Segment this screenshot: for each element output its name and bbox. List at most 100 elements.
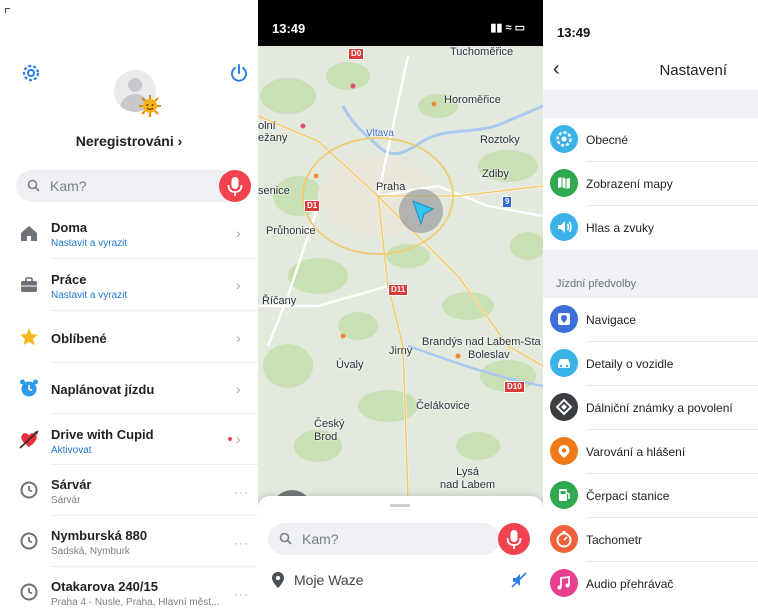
map-label: Čelákovice: [416, 400, 470, 412]
map-view[interactable]: D0 D1 D11 D10 9 Tuchoměřice Horoměřice V…: [258, 46, 543, 498]
voice-mic-button[interactable]: [498, 523, 530, 555]
map-screen: 13:49 ▮▮ ≈ ▭ D0 D1 D11 D10 9 Tuchoměřice…: [258, 0, 543, 612]
map-label: Brandýs nad Labem-Sta: [422, 336, 541, 348]
settings-item-vehicle-details[interactable]: Detaily o vozidle: [543, 342, 758, 386]
voice-mic-button[interactable]: [219, 170, 251, 202]
more-options-icon[interactable]: ···: [234, 536, 249, 550]
bottom-sheet[interactable]: Kam? Moje Waze: [258, 496, 543, 612]
map-label: Horoměřice: [444, 94, 501, 106]
my-waze-link[interactable]: Moje Waze: [294, 572, 364, 588]
heart-arrow-icon: [19, 430, 39, 449]
chevron-right-icon: ›: [236, 277, 241, 293]
map-label: Průhonice: [266, 225, 316, 237]
list-item-favorites[interactable]: Oblíbené ›: [0, 312, 258, 363]
more-options-icon[interactable]: ···: [234, 587, 249, 601]
microphone-icon: [506, 530, 522, 549]
page-title: Nastavení: [659, 62, 727, 79]
chevron-right-icon: ›: [236, 225, 241, 241]
fuel-icon: [550, 481, 578, 509]
back-chevron-icon[interactable]: ‹: [553, 58, 560, 81]
status-indicators: ▮▮ ≈ ▭: [490, 22, 525, 34]
road-badge-d0: D0: [348, 48, 365, 60]
item-title: Sárvár: [51, 477, 92, 492]
settings-item-label: Varování a hlášení: [586, 445, 686, 459]
settings-item-navigation[interactable]: Navigace: [543, 298, 758, 342]
alarm-clock-icon: [20, 379, 38, 397]
chevron-right-icon: ›: [236, 431, 241, 447]
search-bar[interactable]: Kam?: [16, 170, 250, 202]
gear-icon: [550, 125, 578, 153]
settings-item-label: Navigace: [586, 313, 637, 327]
power-icon[interactable]: [228, 62, 250, 84]
settings-item-gas-stations[interactable]: Čerpací stanice: [543, 474, 758, 518]
item-title: Otakarova 240/15: [51, 579, 158, 594]
item-title: Oblíbené: [51, 331, 107, 346]
item-subtitle: Sadská, Nymburk: [51, 546, 130, 557]
settings-item-map-display[interactable]: Zobrazení mapy: [543, 162, 758, 206]
list-item-home[interactable]: Doma Nastavit a vyrazit ›: [0, 208, 258, 259]
item-subtitle: Sárvár: [51, 495, 81, 506]
map-label: Roztoky: [480, 134, 520, 146]
settings-panel: 13:49 ‹ Nastavení Obecné Zobrazení mapy …: [543, 0, 758, 612]
username-link[interactable]: Neregistrováni ›: [0, 133, 258, 149]
settings-item-alerts[interactable]: Varování a hlášení: [543, 430, 758, 474]
settings-item-voice-sounds[interactable]: Hlas a zvuky: [543, 206, 758, 250]
map-label: Jirny: [389, 345, 413, 357]
map-label: Český Brod: [314, 418, 345, 443]
item-title: Práce: [51, 272, 87, 287]
list-item-plan-drive[interactable]: Naplánovat jízdu ›: [0, 363, 258, 414]
settings-item-label: Detaily o vozidle: [586, 357, 674, 371]
settings-gear-icon[interactable]: [20, 62, 42, 84]
section-spacer: [543, 90, 758, 118]
settings-item-label: Audio přehrávač: [586, 577, 674, 591]
search-icon: [279, 532, 292, 545]
search-bar[interactable]: Kam?: [268, 523, 500, 555]
more-options-icon[interactable]: ···: [234, 485, 249, 499]
diamond-icon: [550, 393, 578, 421]
chevron-right-icon: ›: [236, 381, 241, 397]
navigation-icon: [550, 305, 578, 333]
item-title: Drive with Cupid: [51, 427, 154, 442]
mood-sun-icon: [138, 94, 162, 118]
history-icon: [20, 583, 38, 601]
settings-item-label: Zobrazení mapy: [586, 177, 673, 191]
settings-item-speedometer[interactable]: Tachometr: [543, 518, 758, 562]
map-label: Vltava: [366, 128, 394, 139]
chevron-right-icon: ›: [236, 330, 241, 346]
settings-item-audio-player[interactable]: Audio přehrávač: [543, 562, 758, 606]
list-item-drive-with-cupid[interactable]: Drive with Cupid Aktivovat ›: [0, 414, 258, 465]
map-icon: [550, 169, 578, 197]
settings-item-vignettes[interactable]: Dálniční známky a povolení: [543, 386, 758, 430]
settings-item-label: Dálniční známky a povolení: [586, 401, 733, 415]
item-subtitle: Nastavit a vyrazit: [51, 238, 128, 249]
status-time: 13:49: [272, 21, 306, 36]
history-icon: [20, 532, 38, 550]
search-placeholder: Kam?: [302, 531, 339, 547]
item-title: Nymburská 880: [51, 528, 148, 543]
speaker-icon: [550, 213, 578, 241]
list-item-history[interactable]: Nymburská 880 Sadská, Nymburk ···: [0, 516, 258, 567]
list-item-history[interactable]: Otakarova 240/15 Praha 4 - Nusle, Praha,…: [0, 567, 258, 612]
notification-dot: [228, 437, 232, 441]
settings-item-label: Obecné: [586, 133, 629, 147]
list-item-history[interactable]: Sárvár Sárvár ···: [0, 465, 258, 516]
item-subtitle: Nastavit a vyrazit: [51, 290, 128, 301]
briefcase-icon: [21, 277, 37, 292]
road-badge-d10: D10: [504, 381, 525, 393]
sheet-grabber[interactable]: [390, 504, 410, 507]
section-header: Jízdní předvolby: [543, 250, 758, 298]
item-title: Naplánovat jízdu: [51, 382, 155, 397]
road-badge-d11: D11: [388, 284, 409, 296]
location-pin-icon: [272, 572, 284, 588]
section-title: Jízdní předvolby: [556, 278, 637, 290]
car-icon: [550, 349, 578, 377]
map-label: Říčany: [262, 295, 297, 307]
map-graphics: [258, 55, 543, 498]
settings-item-general[interactable]: Obecné: [543, 118, 758, 162]
sound-muted-icon[interactable]: [510, 571, 528, 589]
map-label: Lysá nad Labem: [440, 466, 496, 491]
settings-item-label: Čerpací stanice: [586, 489, 670, 503]
settings-item-label: Hlas a zvuky: [586, 221, 655, 235]
speedometer-icon: [550, 525, 578, 553]
list-item-work[interactable]: Práce Nastavit a vyrazit ›: [0, 260, 258, 311]
